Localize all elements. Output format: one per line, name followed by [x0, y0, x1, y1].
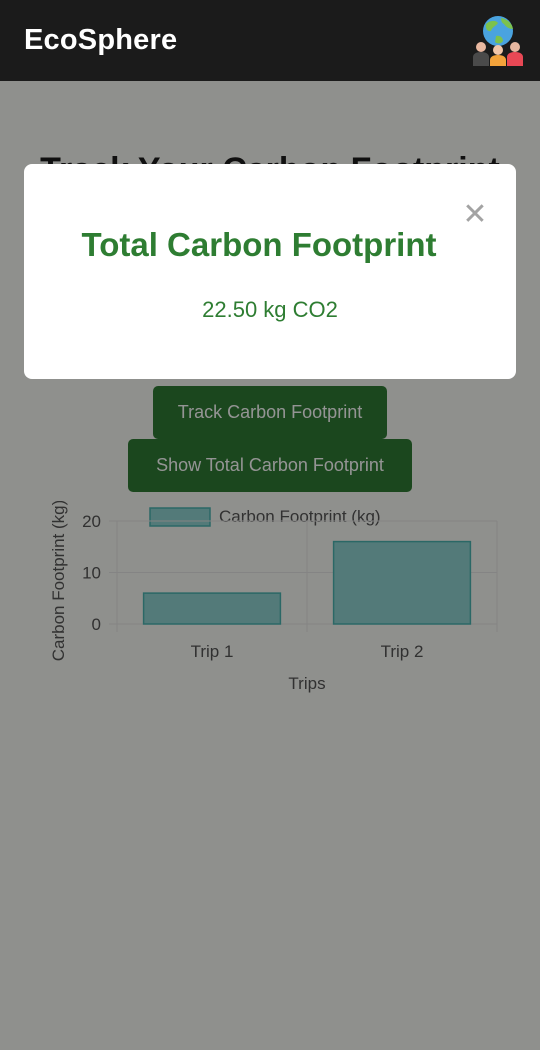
community-globe-icon[interactable] [472, 14, 524, 66]
close-icon[interactable]: ✕ [462, 200, 488, 230]
app-bar: EcoSphere [0, 0, 540, 81]
total-footprint-modal: ✕ Total Carbon Footprint 22.50 kg CO2 [24, 164, 516, 379]
app-title: EcoSphere [24, 24, 178, 56]
modal-title: Total Carbon Footprint [81, 226, 437, 263]
total-footprint-value: 22.50 kg CO2 [202, 297, 338, 322]
